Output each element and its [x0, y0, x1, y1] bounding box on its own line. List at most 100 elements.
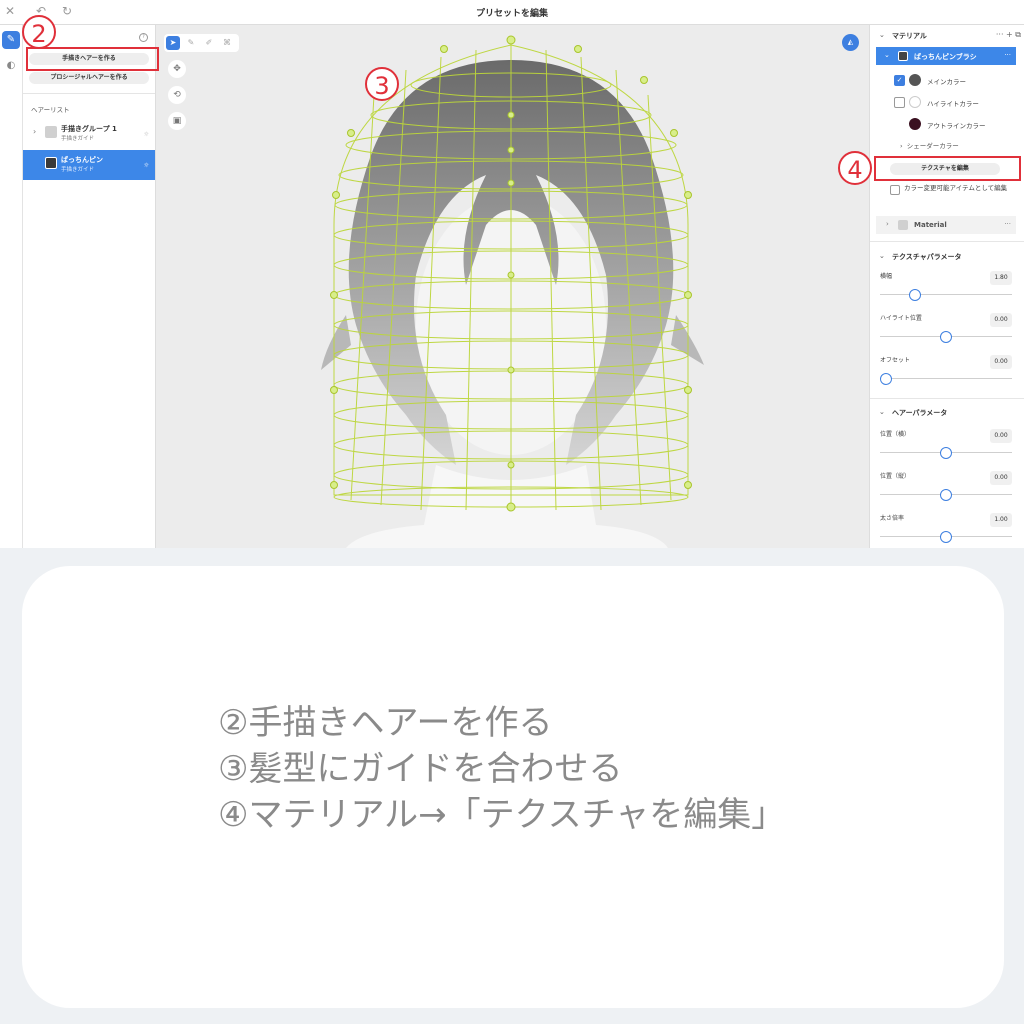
param-label: 位置（縦） — [880, 473, 911, 480]
slider-track[interactable] — [880, 294, 1012, 295]
slider-knob[interactable] — [940, 489, 952, 501]
item-name: 手描きグループ 1 — [61, 125, 117, 133]
slider-knob[interactable] — [908, 289, 921, 301]
step-2: ②手描きヘアーを作る — [218, 703, 553, 743]
visibility-icon[interactable]: ☼ — [144, 131, 149, 138]
main-color-row[interactable]: ✓ メインカラー — [892, 72, 1022, 88]
material-name: Material — [914, 221, 947, 229]
more-icon[interactable]: ··· — [1004, 51, 1011, 59]
pen-tool-icon[interactable]: ✎ — [184, 36, 198, 50]
param-row[interactable]: ハイライト位置 0.00 — [880, 313, 1012, 353]
slider-knob[interactable] — [940, 531, 952, 543]
chevron-down-icon[interactable]: ⌄ — [879, 252, 885, 260]
chevron-down-icon[interactable]: ⌄ — [879, 31, 885, 39]
item-name: ぱっちんピン — [61, 156, 103, 164]
slider-knob[interactable] — [940, 447, 952, 459]
param-label: ハイライト位置 — [880, 315, 922, 322]
param-label: 太さ倍率 — [880, 515, 905, 522]
tool-bar: ➤ ✎ ✐ ⌘ — [164, 34, 239, 52]
rotate-icon[interactable]: ⟲ — [168, 86, 186, 104]
editable-item-checkbox[interactable] — [890, 185, 900, 195]
3d-viewport[interactable]: ➤ ✎ ✐ ⌘ ✥ ⟲ ▣ ◭ — [156, 25, 868, 548]
item-sub: 手描きガイド — [61, 136, 95, 142]
param-row[interactable]: 太さ倍率 1.00 — [880, 513, 1012, 548]
param-value-field[interactable]: 0.00 — [990, 471, 1012, 485]
material-row-selected[interactable]: ⌄ ぱっちんピンブラシ ··· — [876, 47, 1016, 65]
step-4: ④マテリアル→「テクスチャを編集」 — [218, 795, 786, 835]
chevron-right-icon[interactable]: › — [33, 127, 36, 136]
main-color-label: メインカラー — [927, 78, 966, 86]
visibility-icon[interactable]: ☼ — [144, 162, 149, 169]
param-row[interactable]: 横幅 1.80 — [880, 271, 1012, 311]
highlight-color-swatch[interactable] — [909, 96, 921, 108]
material-swatch — [898, 51, 908, 61]
divider — [870, 241, 1024, 242]
mode-rail: ✎ ◐ — [0, 25, 23, 548]
chevron-down-icon[interactable]: ⌄ — [879, 408, 885, 416]
shader-color-row[interactable]: › シェーダーカラー — [900, 140, 959, 150]
move-icon[interactable]: ✥ — [168, 60, 186, 78]
highlight-color-checkbox[interactable] — [894, 97, 905, 108]
path-tool-icon[interactable]: ⌘ — [220, 36, 234, 50]
hair-list-item[interactable]: › 手描きグループ 1 手描きガイド ☼ — [23, 119, 155, 149]
outline-color-row[interactable]: アウトラインカラー — [892, 116, 1022, 132]
title-bar: ✕ ↶ ↻ プリセットを編集 — [0, 0, 1024, 25]
param-label: オフセット — [880, 357, 911, 364]
divider — [23, 93, 155, 94]
more-icon[interactable]: ··· — [1004, 220, 1011, 228]
window-title: プリセットを編集 — [475, 9, 548, 19]
hair-params-label: ヘアーパラメータ — [892, 409, 948, 417]
param-value-field[interactable]: 0.00 — [990, 355, 1012, 369]
chevron-down-icon[interactable]: ⌄ — [884, 51, 890, 59]
material-swatch — [898, 220, 908, 230]
chevron-right-icon[interactable]: › — [886, 220, 889, 228]
main-color-checkbox[interactable]: ✓ — [894, 75, 905, 86]
outline-color-swatch[interactable] — [909, 118, 921, 130]
highlight-color-row[interactable]: ハイライトカラー — [892, 94, 1022, 110]
brush-tool-icon[interactable]: ✐ — [202, 36, 216, 50]
select-tool-icon[interactable]: ➤ — [166, 36, 180, 50]
editable-item-label: カラー変更可能アイテムとして編集 — [904, 184, 1008, 192]
main-color-swatch[interactable] — [909, 74, 921, 86]
item-sub: 手描きガイド — [61, 167, 95, 173]
chevron-right-icon[interactable]: › — [900, 142, 907, 150]
annotation-box-4 — [874, 156, 1021, 181]
right-panel: ⌄ マテリアル ··· + ⧉ ⌄ ぱっちんピンブラシ ··· ✓ メインカラー… — [869, 25, 1024, 548]
hair-list-label: ヘアーリスト — [31, 106, 70, 114]
steps-list: ②手描きヘアーを作る ③髪型にガイドを合わせる ④マテリアル→「テクスチャを編集… — [218, 700, 918, 838]
highlight-color-label: ハイライトカラー — [927, 100, 979, 108]
app-window: ✕ ↶ ↻ プリセットを編集 ✎ ◐ ? 手描きヘアーを作る プロシージャルヘア… — [0, 0, 1024, 548]
left-panel: ? 手描きヘアーを作る プロシージャルヘアーを作る ヘアーリスト › 手描きグル… — [23, 25, 156, 548]
param-row[interactable]: オフセット 0.00 — [880, 355, 1012, 395]
head-mode-icon[interactable]: ◐ — [2, 57, 20, 75]
item-swatch — [45, 126, 57, 138]
make-procedural-hair-button[interactable]: プロシージャルヘアーを作る — [29, 72, 149, 84]
param-value-field[interactable]: 0.00 — [990, 313, 1012, 327]
param-value-field[interactable]: 1.00 — [990, 513, 1012, 527]
annotation-3: 3 — [365, 67, 399, 101]
param-row[interactable]: 位置（横） 0.00 — [880, 429, 1012, 469]
slider-knob[interactable] — [880, 373, 892, 385]
hair-list-item-selected[interactable]: ぱっちんピン 手描きガイド ☼ — [23, 150, 155, 180]
param-label: 横幅 — [880, 273, 893, 280]
param-row[interactable]: 位置（縦） 0.00 — [880, 471, 1012, 511]
slider-track[interactable] — [880, 378, 1012, 379]
item-swatch — [45, 157, 57, 169]
hair-mode-icon[interactable]: ✎ — [2, 31, 20, 49]
param-value-field[interactable]: 1.80 — [990, 271, 1012, 285]
annotation-4: 4 — [838, 151, 872, 185]
texture-params-label: テクスチャパラメータ — [892, 253, 962, 261]
slider-knob[interactable] — [940, 331, 952, 343]
help-icon[interactable]: ? — [139, 33, 148, 42]
frame-icon[interactable]: ▣ — [168, 112, 186, 130]
hair-preview[interactable] — [156, 25, 868, 548]
param-value-field[interactable]: 0.00 — [990, 429, 1012, 443]
outline-color-label: アウトラインカラー — [927, 122, 986, 130]
step-3: ③髪型にガイドを合わせる — [218, 749, 623, 789]
divider — [870, 398, 1024, 399]
material-row[interactable]: › Material ··· — [876, 216, 1016, 234]
mirror-icon[interactable]: ◭ — [842, 34, 859, 51]
material-name: ぱっちんピンブラシ — [914, 53, 977, 61]
material-actions-icon[interactable]: ··· + ⧉ — [996, 30, 1021, 40]
shader-color-label: シェーダーカラー — [906, 142, 959, 150]
